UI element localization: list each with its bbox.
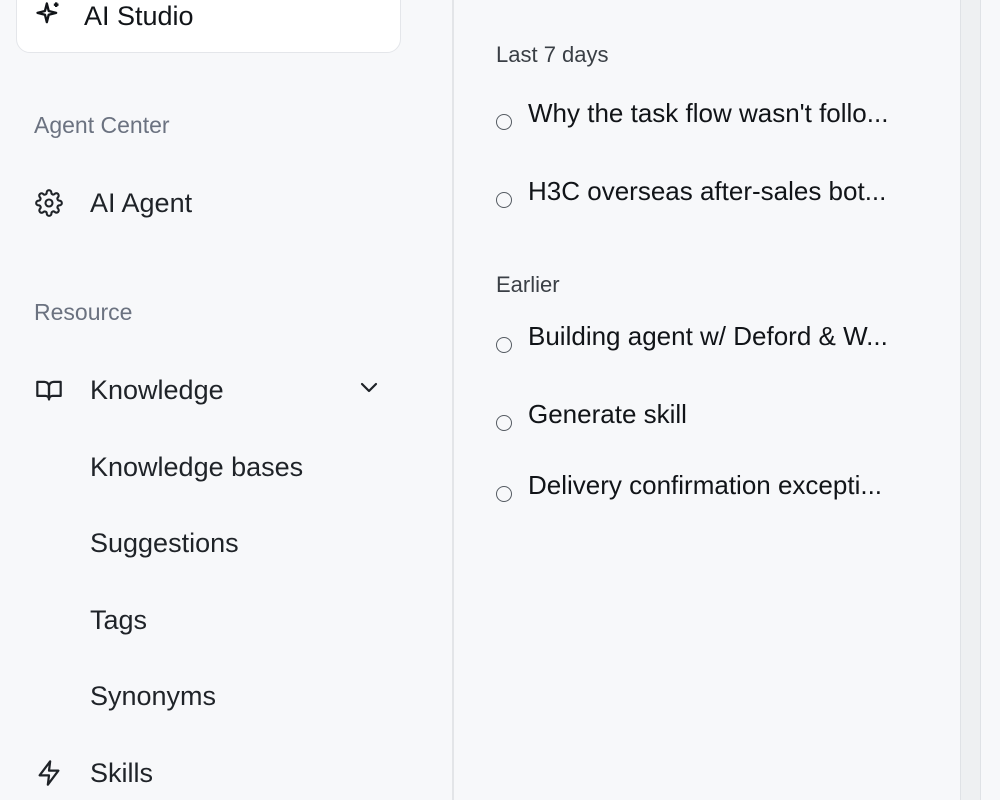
- sparkle-icon: [34, 0, 62, 33]
- history-group-title: Last 7 days: [496, 42, 609, 67]
- history-item[interactable]: Why the task flow wasn't follo...: [496, 97, 946, 137]
- chevron-down-icon[interactable]: [357, 375, 381, 399]
- ai-studio-label: AI Studio: [84, 0, 194, 31]
- history-item[interactable]: Generate skill: [496, 398, 946, 438]
- sidebar-item-skills[interactable]: Skills: [34, 753, 153, 793]
- main-content-edge: [980, 0, 1000, 800]
- history-item-title: Generate skill: [528, 399, 687, 429]
- history-item[interactable]: H3C overseas after-sales bot...: [496, 175, 946, 215]
- sidebar-subitem-suggestions[interactable]: Suggestions: [90, 523, 239, 563]
- conversation-icon: [496, 192, 512, 208]
- history-group-title: Earlier: [496, 272, 560, 297]
- lightning-icon: [34, 758, 64, 788]
- sidebar-item-knowledge[interactable]: Knowledge: [34, 370, 224, 410]
- conversation-icon: [496, 114, 512, 130]
- sidebar-subitem-synonyms[interactable]: Synonyms: [90, 676, 216, 716]
- history-item-title: H3C overseas after-sales bot...: [528, 176, 887, 206]
- history-item-title: Delivery confirmation excepti...: [528, 470, 883, 500]
- book-icon: [34, 375, 64, 405]
- section-title-agent-center: Agent Center: [34, 112, 170, 138]
- history-item[interactable]: Building agent w/ Deford & W...: [496, 320, 946, 360]
- sidebar-item-label: Skills: [90, 757, 154, 788]
- sidebar-item-ai-agent[interactable]: AI Agent: [34, 183, 192, 223]
- sidebar: AI Studio Agent Center AI Agent Resource…: [0, 0, 452, 800]
- history-item-title: Why the task flow wasn't follo...: [528, 98, 889, 128]
- conversation-icon: [496, 415, 512, 431]
- section-title-resource: Resource: [34, 299, 133, 325]
- sidebar-item-label: Knowledge: [90, 374, 224, 405]
- history-item-title: Building agent w/ Deford & W...: [528, 321, 888, 351]
- panel-resize-handle[interactable]: [960, 0, 980, 800]
- conversation-icon: [496, 337, 512, 353]
- sidebar-subitem-knowledge-bases[interactable]: Knowledge bases: [90, 447, 303, 487]
- ai-studio-item[interactable]: AI Studio: [34, 0, 194, 32]
- gear-icon: [34, 188, 64, 218]
- conversation-icon: [496, 486, 512, 502]
- sidebar-subitem-tags[interactable]: Tags: [90, 600, 147, 640]
- history-item[interactable]: Delivery confirmation excepti...: [496, 469, 946, 509]
- chat-history-panel: Last 7 days Why the task flow wasn't fol…: [454, 0, 960, 800]
- sidebar-item-label: AI Agent: [90, 187, 193, 218]
